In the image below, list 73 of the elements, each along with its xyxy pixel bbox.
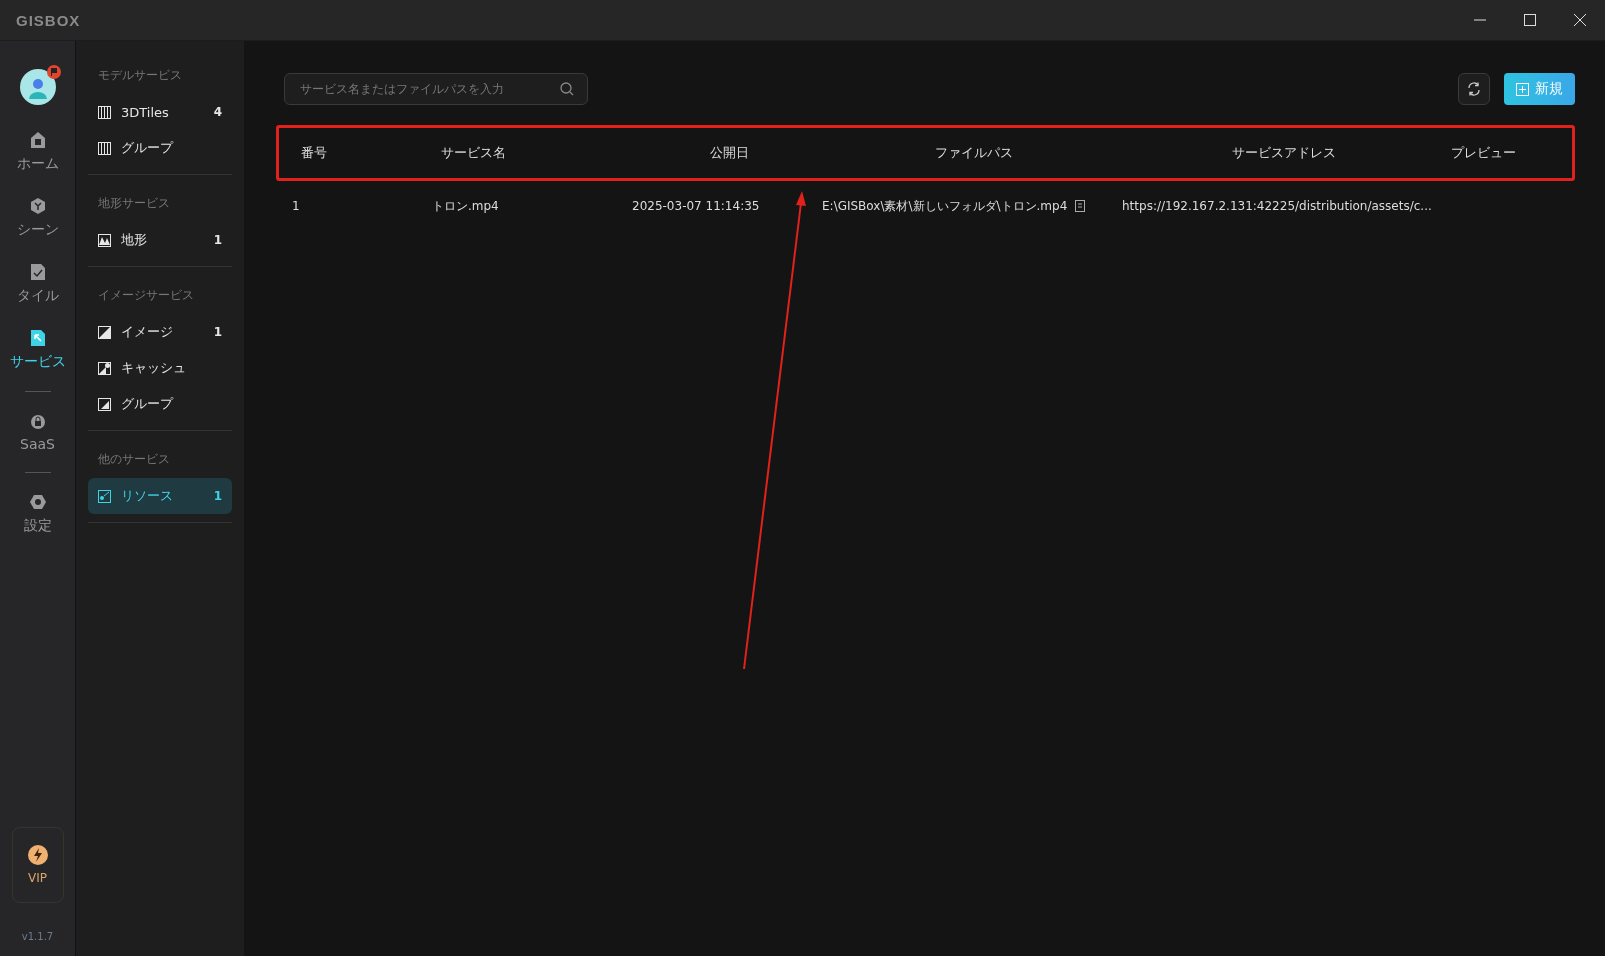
arrow-document-icon: [28, 329, 47, 347]
nav-item[interactable]: サービス: [9, 317, 66, 383]
sidebar-label: 3DTiles: [121, 104, 170, 120]
nav-label: 設定: [23, 517, 52, 535]
item-count: 1: [213, 489, 222, 503]
table-cell: https://192.167.2.131:42225/distribution/assets/c...: [1122, 199, 1432, 213]
table-cell: トロン.mp4: [432, 197, 499, 215]
section-title: 他のサービス: [98, 451, 171, 468]
sidebar-label: 地形: [121, 231, 148, 249]
table-cell: E:\GISBox\素材\新しいフォルダ\トロン.mp4: [822, 197, 1068, 215]
nav-item[interactable]: タイル: [16, 251, 59, 317]
column-header: 番号: [300, 144, 328, 162]
refresh-button[interactable]: [1458, 73, 1490, 105]
nav-label: サービス: [9, 353, 66, 371]
avatar-icon[interactable]: [19, 69, 56, 105]
search-icon: [560, 82, 574, 96]
sidebar-item[interactable]: 地形 1: [88, 222, 232, 258]
table-cell: 1: [292, 199, 300, 213]
sidebar-item[interactable]: キャッシュ: [88, 350, 232, 386]
section-title: イメージサービス: [98, 287, 195, 304]
column-header: 公開日: [708, 144, 750, 162]
column-header: プレビュー: [1450, 144, 1517, 162]
columns-icon: [98, 105, 111, 119]
plus-document-icon: [1516, 82, 1529, 96]
mountain-icon: [98, 233, 111, 247]
table-cell: 2025-03-07 11:14:35: [632, 199, 760, 213]
column-header: サービスアドレス: [1231, 144, 1337, 162]
sidebar-item[interactable]: グループ: [88, 386, 232, 422]
nav-label: SaaS: [20, 436, 55, 452]
item-count: 1: [213, 233, 222, 247]
sidebar-item[interactable]: イメージ 1: [88, 314, 232, 350]
nav-label: ホーム: [16, 155, 59, 173]
vip-button[interactable]: VIP: [11, 827, 64, 903]
column-header: サービス名: [440, 144, 507, 162]
nav-item[interactable]: ホーム: [16, 119, 59, 185]
document-check-icon: [28, 263, 47, 281]
nav-label: タイル: [16, 287, 59, 305]
sidebar-label: キャッシュ: [121, 359, 187, 377]
flag-badge-icon: [46, 65, 61, 79]
nav-item[interactable]: シーン: [16, 185, 59, 251]
house-icon: [28, 131, 47, 149]
columns-icon: [98, 141, 111, 155]
sidebar-item[interactable]: リソース 1: [88, 478, 232, 514]
item-count: 4: [213, 105, 222, 119]
section-title: モデルサービス: [98, 67, 183, 84]
vip-label: VIP: [28, 871, 47, 885]
column-header: ファイルパス: [934, 144, 1014, 162]
lock-icon: [28, 412, 47, 430]
sidebar-label: リソース: [121, 487, 174, 505]
search-field[interactable]: サービス名またはファイルパスを入力: [284, 73, 588, 105]
image-clock-icon: [98, 361, 111, 375]
sidebar-label: イメージ: [121, 323, 174, 341]
version-text: v1.1.7: [21, 931, 54, 942]
stacked-images-icon: [98, 397, 111, 411]
nav-item[interactable]: 設定: [23, 481, 52, 547]
resource-icon: [98, 489, 111, 503]
cube-icon: [28, 197, 47, 215]
item-count: 1: [213, 325, 222, 339]
maximize-icon: [1524, 14, 1536, 26]
lightning-icon: [27, 845, 48, 865]
sidebar-item[interactable]: グループ: [88, 130, 232, 166]
copy-icon[interactable]: [1075, 200, 1086, 212]
app-logo: GISBOX: [16, 11, 81, 29]
close-icon: [1574, 14, 1586, 26]
sidebar-label: グループ: [121, 395, 175, 413]
nav-label: シーン: [16, 221, 59, 239]
sidebar-item[interactable]: 3DTiles 4: [88, 94, 232, 130]
nav-item[interactable]: SaaS: [20, 400, 55, 464]
sidebar-label: グループ: [121, 139, 175, 157]
refresh-icon: [1467, 82, 1481, 96]
settings-icon: [28, 493, 47, 511]
section-title: 地形サービス: [98, 195, 171, 212]
image-icon: [98, 325, 111, 339]
